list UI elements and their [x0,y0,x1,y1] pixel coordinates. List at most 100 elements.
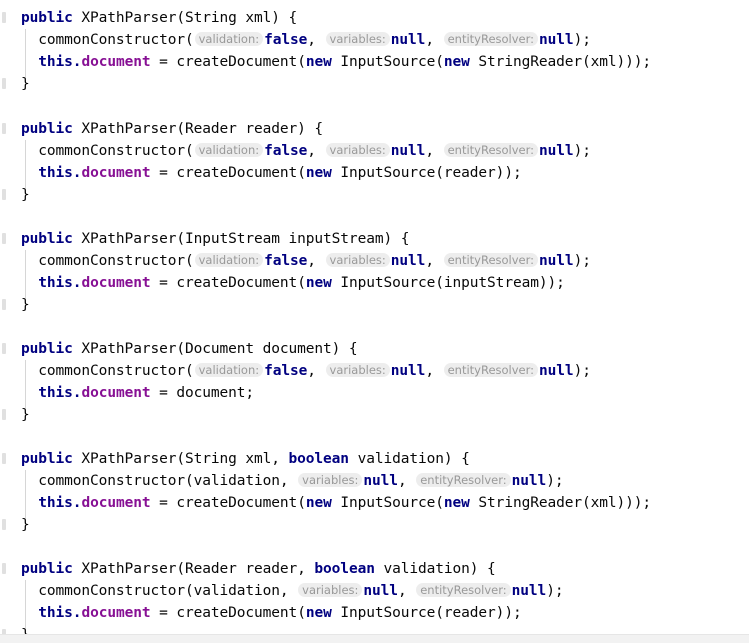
parameter-hint-group[interactable]: entityResolver: null [443,253,574,269]
parameter-hint-group[interactable]: entityResolver: null [443,143,574,159]
assignment-mid-2: InputSource( [331,54,444,70]
closing-brace: } [21,407,30,423]
code-line-signature[interactable]: public XPathParser(String xml, boolean v… [21,448,470,470]
parameter-hint-chip[interactable]: entityResolver: [443,363,539,377]
assignment-indent [21,275,38,291]
code-line-assignment[interactable]: this.document = createDocument(new Input… [21,492,651,514]
parameter-hint-group[interactable]: entityResolver: null [443,32,574,48]
code-line-call[interactable]: commonConstructor(validation: false, vari… [21,29,591,51]
parameter-hint-group[interactable]: entityResolver: null [415,583,546,599]
signature-text: XPathParser(Reader reader, [72,561,315,577]
signature-text: XPathParser(String xml) { [72,10,298,26]
code-editor[interactable]: public XPathParser(String xml) { commonC… [0,0,749,643]
field-document: document [81,495,151,511]
code-line-assignment[interactable]: this.document = document; [21,382,254,404]
argument-value: null [363,473,398,489]
argument-value: null [539,253,574,269]
signature-text-2: validation) { [374,561,496,577]
code-line-signature[interactable]: public XPathParser(Reader reader, boolea… [21,558,496,580]
parameter-hint-group[interactable]: validation: false, [194,143,325,159]
parameter-hint-group[interactable]: variables: null, [297,583,415,599]
code-line-signature[interactable]: public XPathParser(String xml) { [21,7,297,29]
call-suffix: ); [573,143,591,159]
code-line-assignment[interactable]: this.document = createDocument(new Input… [21,272,565,294]
parameter-hint-chip[interactable]: variables: [325,363,390,377]
keyword-new-2: new [443,495,470,511]
parameter-hint-chip[interactable]: entityResolver: [443,253,539,267]
parameter-hint-chip[interactable]: variables: [298,583,363,597]
call-suffix: ); [546,583,564,599]
code-content[interactable]: public XPathParser(String xml) { commonC… [0,0,749,643]
assignment-mid: = createDocument( [150,495,306,511]
assignment-mid: = createDocument( [150,605,306,621]
assignment-mid-2: InputSource(inputStream)); [331,275,565,291]
argument-value: null [539,32,574,48]
argument-value: null [390,32,426,48]
field-document: document [81,165,151,181]
call-suffix: ); [546,473,564,489]
assignment-mid-2: InputSource( [331,495,444,511]
parameter-hint-chip[interactable]: variables: [325,143,390,157]
parameter-hint-chip[interactable]: entityResolver: [443,32,539,46]
keyword-new-1: new [305,275,332,291]
parameter-hint-chip[interactable]: entityResolver: [443,143,539,157]
parameter-hint-group[interactable]: validation: false, [194,363,325,379]
indent-guide [25,250,26,298]
keyword-this: this [38,165,73,181]
code-line-call[interactable]: commonConstructor(validation, variables:… [21,580,564,602]
signature-text-2: validation) { [348,451,470,467]
parameter-hint-chip[interactable]: validation: [194,143,264,157]
argument-separator: , [425,253,443,269]
code-line-call[interactable]: commonConstructor(validation: false, vari… [21,140,591,162]
keyword-new-1: new [305,165,332,181]
signature-text: XPathParser(InputStream inputStream) { [72,231,410,247]
parameter-hint-chip[interactable]: validation: [194,253,264,267]
argument-separator: , [307,363,325,379]
argument-value: null [390,253,426,269]
argument-separator: , [425,32,443,48]
keyword-this: this [38,495,73,511]
parameter-hint-chip[interactable]: variables: [325,253,390,267]
parameter-hint-chip[interactable]: entityResolver: [416,473,511,487]
argument-value: null [390,143,426,159]
keyword-new-1: new [305,605,332,621]
parameter-hint-chip[interactable]: validation: [194,32,264,46]
closing-brace: } [21,76,30,92]
code-line-call[interactable]: commonConstructor(validation, variables:… [21,470,564,492]
code-line-assignment[interactable]: this.document = createDocument(new Input… [21,51,651,73]
keyword-public: public [21,231,73,247]
code-line-signature[interactable]: public XPathParser(Reader reader) { [21,118,323,140]
parameter-hint-group[interactable]: variables: null, [297,473,415,489]
parameter-hint-chip[interactable]: validation: [194,363,264,377]
parameter-hint-group[interactable]: variables: null, [325,143,443,159]
parameter-hint-chip[interactable]: variables: [298,473,363,487]
keyword-public: public [21,561,73,577]
argument-separator: , [307,143,325,159]
closing-brace: } [21,517,30,533]
keyword-this: this [38,605,73,621]
code-line-assignment[interactable]: this.document = createDocument(new Input… [21,602,521,624]
code-line-call[interactable]: commonConstructor(validation: false, vari… [21,250,591,272]
parameter-hint-group[interactable]: entityResolver: null [415,473,546,489]
parameter-hint-chip[interactable]: variables: [325,32,390,46]
parameter-hint-chip[interactable]: entityResolver: [416,583,511,597]
parameter-hint-group[interactable]: variables: null, [325,32,443,48]
code-line-assignment[interactable]: this.document = createDocument(new Input… [21,162,521,184]
indent-guide [25,360,26,408]
parameter-hint-group[interactable]: entityResolver: null [443,363,574,379]
argument-value: null [511,583,547,599]
assignment-indent [21,605,38,621]
field-document: document [81,385,151,401]
assignment-indent [21,495,38,511]
parameter-hint-group[interactable]: variables: null, [325,363,443,379]
call-prefix: commonConstructor(validation, [21,473,298,489]
code-line-signature[interactable]: public XPathParser(InputStream inputStre… [21,228,409,250]
closing-brace: } [21,187,30,203]
indent-guide [25,140,26,188]
parameter-hint-group[interactable]: variables: null, [325,253,443,269]
parameter-hint-group[interactable]: validation: false, [194,253,325,269]
parameter-hint-group[interactable]: validation: false, [194,32,325,48]
code-line-signature[interactable]: public XPathParser(Document document) { [21,338,358,360]
indent-guide [25,29,26,77]
code-line-call[interactable]: commonConstructor(validation: false, vari… [21,360,591,382]
